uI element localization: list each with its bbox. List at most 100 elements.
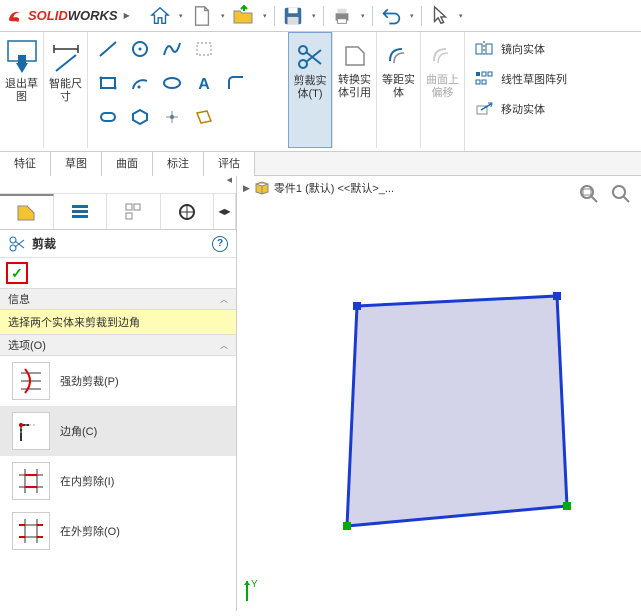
open-button[interactable] — [230, 3, 258, 29]
plane-tool[interactable] — [190, 104, 218, 130]
cursor-icon — [430, 5, 450, 27]
part-icon — [254, 180, 270, 196]
smart-dimension-icon — [50, 41, 82, 75]
pattern-icon — [474, 70, 494, 88]
rectangle-tool[interactable] — [94, 70, 122, 96]
slot-tool[interactable] — [94, 104, 122, 130]
mirror-icon — [474, 40, 494, 58]
convert-label: 转换实 体引用 — [338, 74, 371, 100]
home-button[interactable] — [146, 3, 174, 29]
more-tabs[interactable]: ◀▶ — [214, 194, 236, 229]
option-label: 边角(C) — [60, 423, 97, 439]
print-button[interactable] — [328, 3, 356, 29]
trim-entities-button[interactable]: 剪裁实 体(T) — [288, 32, 332, 148]
accept-button[interactable]: ✓ — [6, 262, 28, 284]
select-dropdown[interactable]: ▾ — [456, 3, 466, 29]
dimxpert-icon — [176, 201, 198, 223]
options-section-header[interactable]: 选项(O) ︿ — [0, 334, 236, 356]
spline-tool[interactable] — [158, 36, 186, 62]
panel-collapse-arrow[interactable]: ◀ — [227, 176, 232, 193]
home-dropdown[interactable]: ▾ — [176, 3, 186, 29]
breadcrumb-part-name[interactable]: 零件1 (默认) <<默认>_... — [274, 180, 394, 196]
new-button[interactable] — [188, 3, 216, 29]
select-button[interactable] — [426, 3, 454, 29]
print-icon — [331, 5, 353, 27]
open-folder-icon — [232, 5, 256, 27]
mirror-entities-button[interactable]: 镜向实体 — [473, 38, 567, 60]
fillet-tool[interactable] — [222, 70, 250, 96]
offset-icon — [384, 41, 414, 71]
exit-sketch-label: 退出草 图 — [5, 78, 38, 104]
print-dropdown[interactable]: ▾ — [358, 3, 368, 29]
view-triad: Y — [241, 577, 271, 607]
trim-inside-icon — [15, 465, 47, 497]
curve-offset-button[interactable]: 曲面上 偏移 — [420, 32, 464, 148]
circle-tool[interactable] — [126, 36, 154, 62]
linear-pattern-button[interactable]: 线性草图阵列 — [473, 68, 567, 90]
trim-outside-icon — [15, 515, 47, 547]
polygon-tool[interactable] — [126, 104, 154, 130]
point-tool[interactable] — [158, 104, 186, 130]
new-file-icon — [192, 5, 212, 27]
property-manager-tab[interactable] — [54, 194, 108, 229]
trim-header-icon — [8, 235, 26, 253]
open-dropdown[interactable]: ▾ — [260, 3, 270, 29]
info-message: 选择两个实体来剪裁到边角 — [0, 310, 236, 334]
tab-evaluate[interactable]: 评估 — [204, 152, 255, 176]
graphics-area[interactable]: ▶ 零件1 (默认) <<默认>_... Y — [237, 176, 641, 611]
curve-offset-icon — [428, 41, 458, 71]
option-label: 在外剪除(O) — [60, 523, 120, 539]
option-power-trim[interactable]: 强劲剪裁(P) — [0, 356, 236, 406]
breadcrumb-arrow[interactable]: ▶ — [243, 183, 250, 194]
convert-icon — [340, 41, 370, 71]
feature-tree-tab[interactable] — [0, 194, 54, 229]
scissors-icon — [295, 42, 325, 72]
power-trim-icon — [15, 365, 47, 397]
tab-annotations[interactable]: 标注 — [153, 152, 204, 176]
save-dropdown[interactable]: ▾ — [309, 3, 319, 29]
dimxpert-tab[interactable] — [161, 194, 215, 229]
save-icon — [282, 5, 304, 27]
convert-entities-button[interactable]: 转换实 体引用 — [332, 32, 376, 148]
app-logo: SOLIDWORKS ▶ — [6, 7, 130, 25]
exit-sketch-icon — [6, 39, 38, 77]
option-label: 在内剪除(I) — [60, 473, 114, 489]
tab-surfaces[interactable]: 曲面 — [102, 152, 153, 176]
help-button[interactable]: ? — [212, 236, 228, 252]
trim-label: 剪裁实 体(T) — [294, 75, 327, 101]
app-menu-dropdown[interactable]: ▶ — [124, 11, 130, 20]
info-section-header[interactable]: 信息 ︿ — [0, 288, 236, 310]
breadcrumb: ▶ 零件1 (默认) <<默认>_... — [243, 180, 394, 196]
construction-rect-tool[interactable] — [190, 36, 218, 62]
offset-entities-button[interactable]: 等距实 体 — [376, 32, 420, 148]
text-tool[interactable]: A — [190, 70, 218, 96]
info-header-label: 信息 — [8, 291, 30, 307]
property-manager-panel: ◀ ◀▶ 剪裁 ? ✓ 信息 ︿ 选择两个实体来剪裁到边角 选项(O) ︿ — [0, 176, 237, 611]
smart-dimension-button[interactable]: 智能尺 寸 — [44, 32, 88, 148]
config-manager-tab[interactable] — [107, 194, 161, 229]
save-button[interactable] — [279, 3, 307, 29]
pm-title: 剪裁 — [32, 235, 56, 252]
svg-text:Y: Y — [251, 579, 258, 590]
command-ribbon: 退出草 图 智能尺 寸 A — [0, 32, 641, 152]
exit-sketch-button[interactable]: 退出草 图 — [0, 32, 44, 148]
move-entities-button[interactable]: 移动实体 — [473, 98, 567, 120]
tab-features[interactable]: 特征 — [0, 152, 51, 176]
option-corner[interactable]: 边角(C) — [0, 406, 236, 456]
arc-tool[interactable] — [126, 70, 154, 96]
corner-trim-icon — [15, 415, 47, 447]
undo-button[interactable] — [377, 3, 405, 29]
tab-sketch[interactable]: 草图 — [51, 152, 102, 176]
line-tool[interactable] — [94, 36, 122, 62]
undo-dropdown[interactable]: ▾ — [407, 3, 417, 29]
new-dropdown[interactable]: ▾ — [218, 3, 228, 29]
quick-access-toolbar: ▾ ▾ ▾ ▾ ▾ ▾ ▾ — [146, 3, 466, 29]
option-trim-outside[interactable]: 在外剪除(O) — [0, 506, 236, 556]
option-label: 强劲剪裁(P) — [60, 373, 119, 389]
smart-dimension-label: 智能尺 寸 — [49, 78, 82, 104]
ellipse-tool[interactable] — [158, 70, 186, 96]
chevron-up-icon: ︿ — [220, 340, 228, 351]
sketch-geometry — [237, 196, 637, 616]
option-trim-inside[interactable]: 在内剪除(I) — [0, 456, 236, 506]
config-icon — [122, 201, 144, 223]
